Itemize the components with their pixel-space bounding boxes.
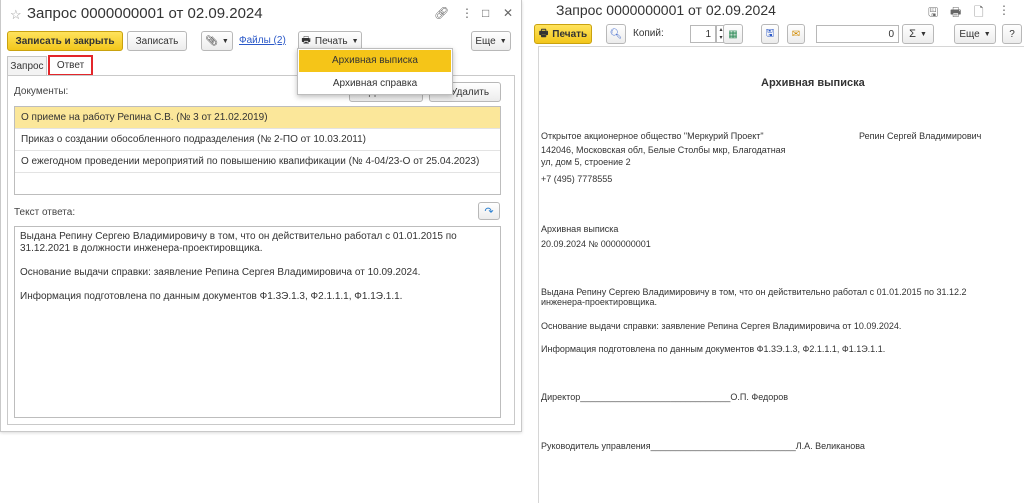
more-vert-icon[interactable]: ⋮: [998, 3, 1010, 17]
chevron-down-icon: ▼: [351, 37, 359, 45]
doc-type: Архивная выписка: [541, 224, 619, 234]
print-button[interactable]: 🖶︎ Печать: [534, 24, 592, 44]
preview-title: Запрос 0000000001 от 02.09.2024: [556, 2, 776, 18]
doc-date-number: 20.09.2024 № 0000000001: [541, 239, 651, 249]
chevron-down-icon: ▼: [983, 30, 991, 38]
body-line1b: инженера-проектировщика.: [541, 297, 657, 307]
print-dropdown-menu: Архивная выписка Архивная справка: [297, 48, 453, 95]
more-button[interactable]: Еще ▼: [954, 24, 996, 44]
edit-toggle-button[interactable]: ▦: [723, 24, 743, 44]
documents-table: О приеме на работу Репина С.В. (№ 3 от 2…: [14, 106, 501, 195]
body-line3: Информация подготовлена по данным докуме…: [541, 344, 886, 354]
more-label: Еще: [475, 35, 496, 47]
print-document: Архивная выписка Открытое акционерное об…: [538, 46, 1024, 503]
save-and-close-button[interactable]: Записать и закрыть: [7, 31, 123, 51]
sum-mode-button[interactable]: Σ ▼: [902, 24, 934, 44]
answer-paragraph: Выдана Репину Сергею Владимировичу в том…: [20, 231, 457, 254]
chevron-down-icon: ▼: [221, 37, 229, 45]
head-signature: Руководитель управления_________________…: [541, 441, 865, 452]
tab-request[interactable]: Запрос: [7, 56, 47, 75]
print-preview-window: Запрос 0000000001 от 02.09.2024 🖫︎ 🖶︎ 🗋︎…: [532, 0, 1024, 503]
magnifier-icon: 🔍︎: [609, 28, 623, 40]
help-label: ?: [1009, 28, 1015, 40]
help-button[interactable]: ?: [1002, 24, 1022, 44]
documents-label: Документы:: [14, 86, 69, 97]
recipient-name: Репин Сергей Владимирович: [859, 131, 982, 141]
redo-arrow-icon: ↷: [484, 205, 494, 218]
printer-icon[interactable]: 🖶︎: [950, 3, 961, 24]
preview-icon[interactable]: 🗋︎: [974, 3, 984, 24]
envelope-icon: ✉: [791, 28, 801, 40]
copies-input[interactable]: 1: [690, 25, 716, 43]
head-label: Руководитель управления: [541, 441, 651, 451]
chevron-down-icon: ▼: [919, 30, 927, 38]
org-name: Открытое акционерное общество "Меркурий …: [541, 131, 764, 141]
delete-label: Удалить: [450, 86, 490, 98]
chevron-down-icon: ▼: [499, 37, 507, 45]
paperclip-icon: 📎︎: [205, 35, 218, 47]
menu-item-archive-extract[interactable]: Архивная выписка: [299, 50, 451, 72]
copies-value: 1: [705, 28, 711, 40]
favorite-star-icon[interactable]: ☆: [10, 7, 22, 23]
table-row[interactable]: О приеме на работу Репина С.В. (№ 3 от 2…: [15, 107, 500, 129]
body-line2: Основание выдачи справки: заявление Репи…: [541, 321, 902, 331]
answer-text-label: Текст ответа:: [14, 207, 76, 218]
attach-button[interactable]: 📎︎ ▼: [201, 31, 233, 51]
printer-icon: 🖶︎: [538, 27, 549, 39]
save-file-button[interactable]: 🖫︎: [761, 24, 779, 44]
save-button[interactable]: Записать: [127, 31, 187, 51]
sigma-icon: Σ: [909, 28, 916, 40]
floppy-icon: 🖫︎: [765, 27, 775, 39]
answer-paragraph: Информация подготовлена по данным докуме…: [20, 291, 403, 302]
signature-line: _____________________________: [650, 441, 796, 451]
menu-item-archive-certificate[interactable]: Архивная справка: [298, 73, 452, 95]
sum-field[interactable]: 0: [816, 25, 899, 43]
answer-paragraph: Основание выдачи справки: заявление Репи…: [20, 267, 421, 278]
close-icon[interactable]: ✕: [503, 6, 513, 20]
head-name: Л.А. Великанова: [795, 441, 865, 451]
send-mail-button[interactable]: ✉: [787, 24, 805, 44]
preview-button[interactable]: 🔍︎: [606, 24, 626, 44]
sum-value: 0: [888, 28, 894, 40]
more-label: Еще: [959, 28, 980, 40]
files-link[interactable]: Файлы (2): [239, 35, 286, 46]
print-label: Печать: [552, 28, 588, 40]
table-row[interactable]: О ежегодном проведении мероприятий по по…: [15, 151, 500, 173]
print-label: Печать: [314, 35, 348, 47]
fill-answer-button[interactable]: ↷: [478, 202, 500, 220]
org-phone: +7 (495) 7778555: [541, 174, 613, 184]
link-icon[interactable]: 🔗︎: [434, 6, 449, 20]
document-heading: Архивная выписка: [761, 77, 865, 89]
director-signature: Директор______________________________О.…: [541, 392, 788, 403]
copies-label: Копий:: [633, 28, 664, 39]
form-title: Запрос 0000000001 от 02.09.2024: [27, 5, 263, 22]
maximize-icon[interactable]: □: [482, 6, 489, 20]
save-icon[interactable]: 🖫︎: [928, 3, 938, 24]
answer-textarea[interactable]: Выдана Репину Сергею Владимировичу в том…: [14, 226, 501, 418]
table-row[interactable]: Приказ о создании обособленного подразде…: [15, 129, 500, 151]
director-name: О.П. Федоров: [730, 392, 789, 402]
director-label: Директор: [541, 392, 581, 402]
org-address-line2: ул, дом 5, строение 2: [541, 157, 631, 167]
tab-answer[interactable]: Ответ: [48, 55, 93, 76]
printer-icon: 🖶︎: [301, 34, 311, 46]
table-edit-icon: ▦: [728, 28, 738, 40]
signature-line: ______________________________: [580, 392, 731, 402]
more-vert-icon[interactable]: ⋮: [461, 6, 473, 20]
org-address-line1: 142046, Московская обл, Белые Столбы мкр…: [541, 145, 786, 155]
more-button[interactable]: Еще ▼: [471, 31, 511, 51]
